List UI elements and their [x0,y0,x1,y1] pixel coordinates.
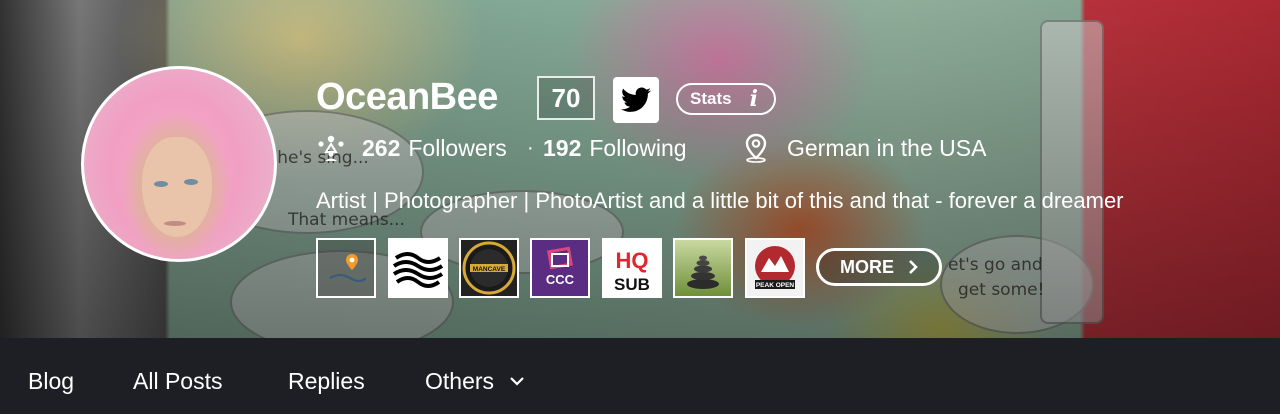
tab-others[interactable]: Others [425,368,524,395]
following-label: Following [589,134,687,161]
hq-sub-icon: HQ SUB [614,248,650,294]
profile-avatar[interactable] [81,66,277,262]
sub-text: SUB [614,275,650,294]
info-icon: i [749,86,758,112]
twitter-link[interactable] [613,77,659,123]
chevron-right-icon [909,260,918,274]
reputation-badge: 70 [537,76,595,120]
badge-ccc[interactable]: CCC [530,238,590,298]
stats-label: Stats [690,89,732,108]
following-link[interactable]: 192 Following [543,133,687,163]
peak-open-text: PEAK OPEN [756,282,795,289]
peak-open-icon: PEAK OPEN [755,246,795,289]
chevron-down-icon [510,377,524,386]
location: German in the USA [743,133,986,163]
badge-mancave[interactable]: MANCAVE [459,238,519,298]
badge-hq-sub[interactable]: HQ SUB [602,238,662,298]
badge-peak-open[interactable]: PEAK OPEN [745,238,805,298]
badge-stacked-stones[interactable] [673,238,733,298]
mancave-icon: MANCAVE [462,241,516,295]
stats-button[interactable]: Stats i [676,83,776,115]
tab-replies[interactable]: Replies [288,368,365,395]
tab-blog[interactable]: Blog [28,368,74,395]
ccc-icon: CCC [546,246,575,287]
stacked-stones-icon [687,255,719,289]
profile-name: OceanBee [316,76,498,118]
wave-globe-icon [392,243,444,293]
more-badges-button[interactable]: MORE [816,248,942,286]
ccc-text: CCC [546,272,575,287]
location-text: German in the USA [787,134,987,161]
following-count: 192 [543,134,582,161]
followers-count: 262 [362,134,401,161]
followers-icon [318,135,344,161]
tab-all-posts[interactable]: All Posts [133,368,222,395]
map-pin-icon [329,254,366,282]
followers-label: Followers [408,134,507,161]
more-label: MORE [840,256,894,277]
profile-about: Artist | Photographer | PhotoArtist and … [316,188,1124,213]
location-pin-icon [745,133,767,163]
twitter-icon [621,87,651,112]
tab-others-label: Others [425,368,495,394]
mancave-text: MANCAVE [473,266,506,273]
hq-text: HQ [616,248,649,273]
badge-wave-globe[interactable] [388,238,448,298]
followers-link[interactable]: 262 Followers [316,133,507,163]
badge-map-pin[interactable] [316,238,376,298]
separator-dot: · [527,136,534,159]
